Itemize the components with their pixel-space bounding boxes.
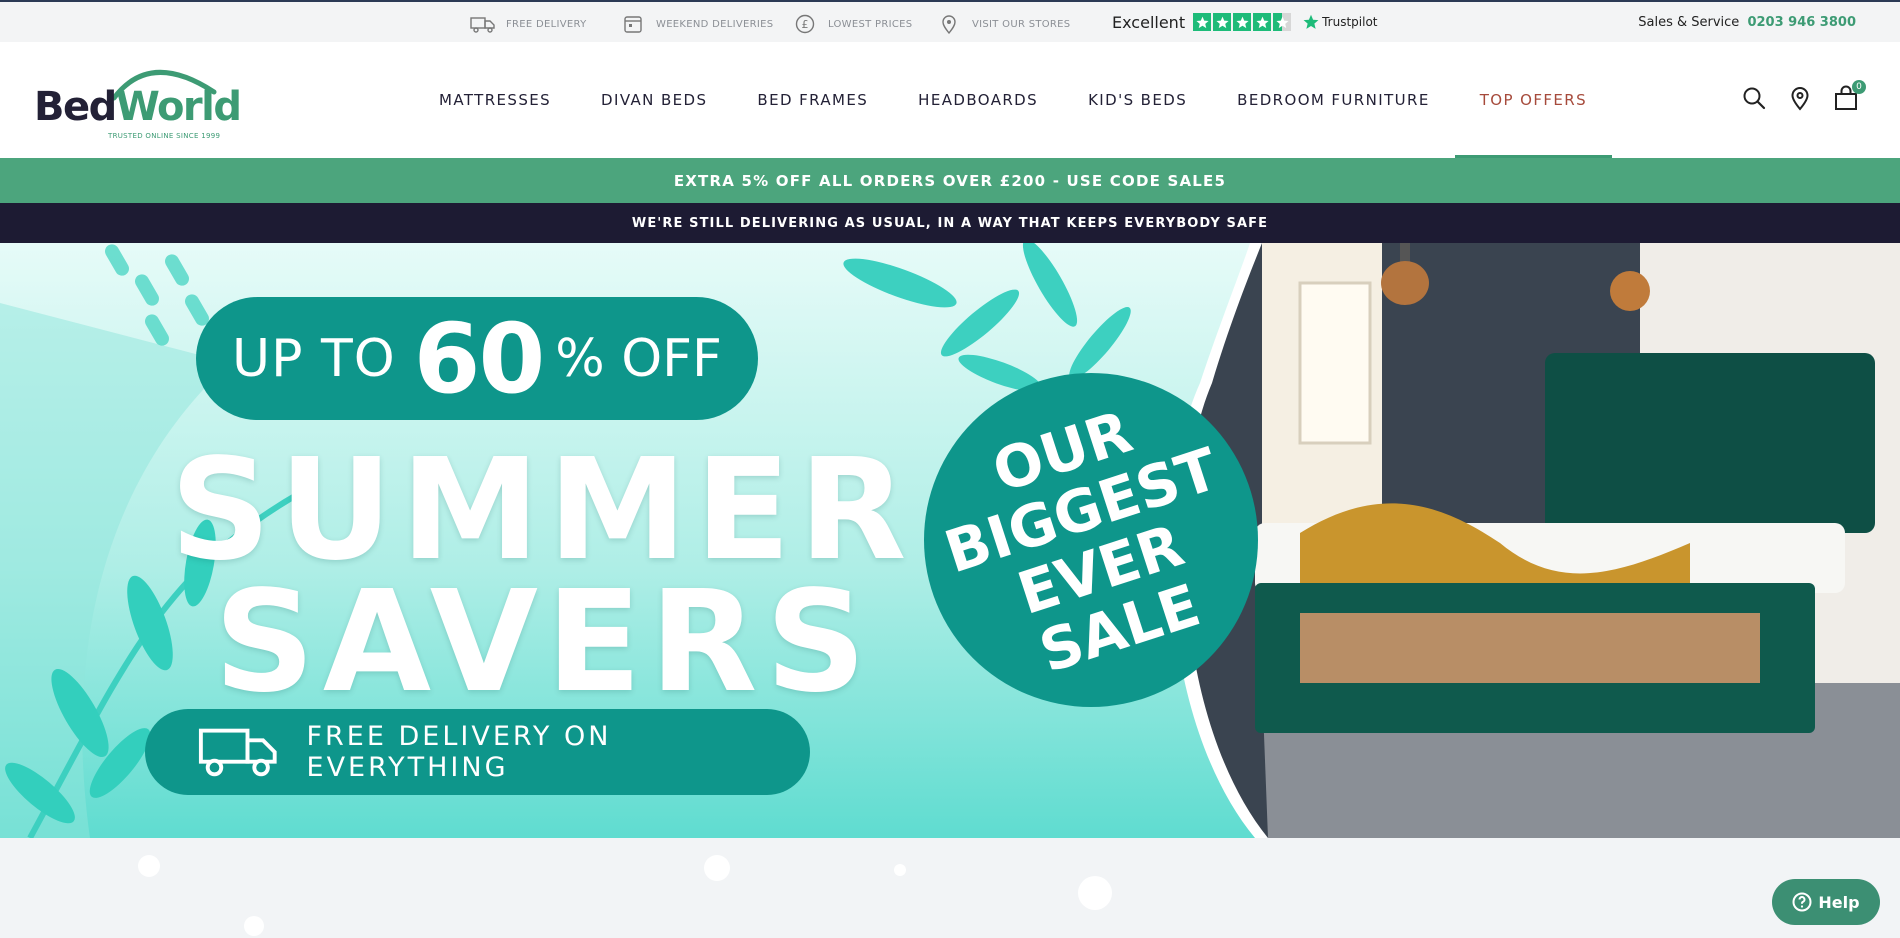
decor-dot [138, 855, 160, 877]
up-to-text: UP TO [232, 328, 396, 389]
trustpilot-widget[interactable]: Excellent Trustpilot [1112, 10, 1378, 34]
usp-label: WEEKEND DELIVERIES [656, 18, 774, 30]
half-star-icon [1273, 13, 1292, 31]
usp-label: VISIT OUR STORES [972, 18, 1071, 30]
usp-label: LOWEST PRICES [828, 18, 913, 30]
search-button[interactable] [1740, 84, 1768, 112]
decor-dot [894, 864, 906, 876]
top-utility-bar: FREE DELIVERY WEEKEND DELIVERIES £ LOWES… [0, 0, 1900, 42]
hero-headline-savers: SAVERS [214, 561, 875, 724]
truck-icon [470, 17, 495, 33]
usp-lowest-prices[interactable]: £ LOWEST PRICES [792, 14, 912, 34]
decor-dot [1078, 876, 1112, 910]
trustpilot-brand-label: Trustpilot [1322, 15, 1378, 29]
decor-dot [244, 916, 264, 936]
sales-phone-link[interactable]: 0203 946 3800 [1747, 15, 1856, 30]
header-actions: 0 [1740, 80, 1866, 112]
location-pin-icon [1791, 87, 1809, 111]
cart-button[interactable]: 0 [1832, 80, 1866, 112]
trustpilot-star-icon [1303, 14, 1319, 29]
discount-percent: 60 [413, 302, 546, 415]
nav-kids-beds[interactable]: KID'S BEDS [1063, 42, 1212, 158]
bedworld-logo[interactable]: BedWorld TRUSTED ONLINE SINCE 1999 [34, 58, 242, 148]
logo-tagline: TRUSTED ONLINE SINCE 1999 [108, 132, 221, 140]
nav-bedroom-furniture[interactable]: BEDROOM FURNITURE [1212, 42, 1455, 158]
hero-banner[interactable]: UP TO 60 % OFF SUMMER SAVERS FREE DELIVE… [0, 243, 1900, 838]
star-icon [1233, 13, 1252, 31]
delivery-notice-banner: WE'RE STILL DELIVERING AS USUAL, IN A WA… [0, 203, 1900, 243]
biggest-sale-badge: OUR BIGGEST EVER SALE [924, 373, 1258, 707]
usp-weekend-deliveries[interactable]: WEEKEND DELIVERIES [620, 14, 773, 34]
calendar-icon [624, 16, 642, 33]
nav-bed-frames[interactable]: BED FRAMES [732, 42, 893, 158]
star-icon [1193, 13, 1212, 31]
nav-divan-beds[interactable]: DIVAN BEDS [576, 42, 732, 158]
badge-text: OUR BIGGEST EVER SALE [919, 379, 1264, 702]
usp-visit-stores[interactable]: VISIT OUR STORES [936, 14, 1070, 34]
cart-count-badge: 0 [1852, 80, 1866, 94]
free-delivery-text: FREE DELIVERY ON EVERYTHING [306, 721, 612, 783]
sales-label: Sales & Service [1638, 15, 1740, 30]
help-button[interactable]: Help [1772, 879, 1880, 925]
usp-free-delivery[interactable]: FREE DELIVERY [470, 14, 587, 34]
promo-banner[interactable]: EXTRA 5% OFF ALL ORDERS OVER £200 - USE … [0, 158, 1900, 203]
decor-dot [704, 855, 730, 881]
svg-text:£: £ [802, 18, 809, 31]
help-label: Help [1818, 892, 1860, 912]
star-icon [1213, 13, 1232, 31]
main-nav: MATTRESSES DIVAN BEDS BED FRAMES HEADBOA… [414, 42, 1613, 158]
trustpilot-brand: Trustpilot [1303, 14, 1378, 30]
logo-wordmark: BedWorld [34, 84, 242, 130]
off-text: % OFF [555, 328, 722, 389]
store-locator-button[interactable] [1786, 84, 1814, 112]
free-delivery-pill: FREE DELIVERY ON EVERYTHING [145, 709, 810, 795]
trustpilot-stars [1193, 13, 1292, 31]
nav-top-offers[interactable]: TOP OFFERS [1454, 42, 1613, 158]
question-mark-icon [1792, 892, 1812, 912]
usp-label: FREE DELIVERY [506, 18, 587, 30]
search-icon [1743, 87, 1766, 110]
site-header: BedWorld TRUSTED ONLINE SINCE 1999 MATTR… [0, 42, 1900, 158]
delivery-truck-icon [198, 728, 277, 777]
discount-pill: UP TO 60 % OFF [196, 297, 758, 420]
star-icon [1253, 13, 1272, 31]
nav-headboards[interactable]: HEADBOARDS [893, 42, 1063, 158]
trustpilot-rating-text: Excellent [1112, 12, 1186, 32]
nav-mattresses[interactable]: MATTRESSES [414, 42, 576, 158]
pound-icon: £ [795, 14, 815, 34]
location-pin-icon [942, 15, 956, 34]
sales-service: Sales & Service 0203 946 3800 [1638, 15, 1856, 30]
